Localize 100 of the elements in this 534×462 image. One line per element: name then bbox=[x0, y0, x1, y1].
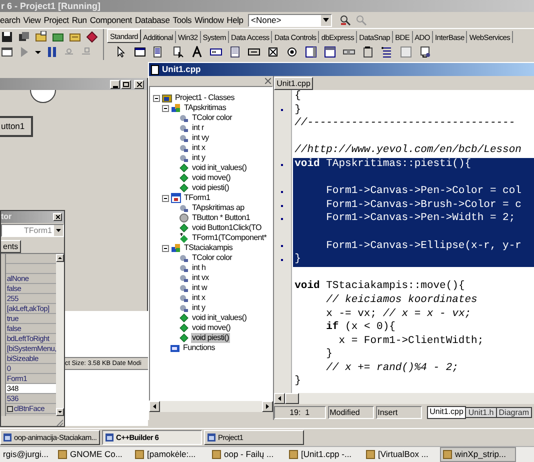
tree-item[interactable]: TForm1 bbox=[183, 193, 212, 203]
task-button[interactable]: [pamokėle:... bbox=[132, 447, 208, 462]
combo-box-icon[interactable] bbox=[324, 46, 336, 58]
list-box-icon[interactable] bbox=[305, 46, 317, 58]
dropdown-arrow-icon[interactable] bbox=[56, 229, 61, 232]
tree-item[interactable]: int vx bbox=[191, 273, 210, 283]
task-button[interactable]: rgis@jurgi... bbox=[0, 447, 54, 462]
tree-item[interactable]: void piesti() bbox=[191, 333, 230, 343]
field-icon bbox=[179, 203, 189, 213]
minimize-icon[interactable] bbox=[112, 86, 118, 88]
resize-grip-icon[interactable] bbox=[56, 419, 63, 426]
tree-item[interactable]: void init_values() bbox=[191, 163, 248, 173]
left-arrow-icon[interactable] bbox=[278, 396, 281, 401]
left-arrow-icon[interactable] bbox=[153, 404, 156, 409]
tree-item[interactable]: int w bbox=[191, 283, 208, 293]
collapse-icon[interactable] bbox=[162, 194, 169, 202]
file-tab[interactable]: Unit1.h bbox=[465, 406, 497, 418]
tree-item[interactable]: TColor color bbox=[191, 113, 233, 123]
collapse-icon[interactable] bbox=[162, 104, 169, 112]
form-button[interactable]: utton1 bbox=[0, 116, 33, 137]
field-icon bbox=[179, 273, 189, 283]
tree-item[interactable]: TColor color bbox=[191, 253, 233, 263]
push-button-icon[interactable] bbox=[248, 46, 260, 58]
dropdown-arrow-icon[interactable] bbox=[323, 18, 329, 22]
check-box-icon[interactable] bbox=[267, 46, 279, 58]
tree-item[interactable]: int y bbox=[191, 303, 206, 313]
task-button[interactable]: oop - Failų ... bbox=[209, 447, 285, 462]
tree-item[interactable]: Project1 - Classes bbox=[174, 93, 236, 103]
task-button[interactable]: GNOME Co... bbox=[55, 447, 131, 462]
maximize-button[interactable] bbox=[121, 80, 131, 88]
minimize-button[interactable] bbox=[110, 80, 120, 88]
tree-item[interactable]: int y bbox=[191, 153, 206, 163]
tree-item[interactable]: TStaciakampis bbox=[183, 243, 234, 253]
class-icon bbox=[171, 243, 181, 253]
cursor-arrow-icon[interactable] bbox=[115, 46, 127, 58]
scrollbar-thumb[interactable] bbox=[284, 393, 299, 404]
menu-item[interactable]: Project bbox=[44, 14, 69, 26]
menu-item[interactable]: Tools bbox=[172, 14, 192, 26]
group-box-icon[interactable] bbox=[362, 46, 374, 58]
tree-item[interactable]: TApskritimas bbox=[183, 103, 228, 113]
tree-item[interactable]: void Button1Click(TO bbox=[191, 223, 262, 233]
menu-item[interactable]: Component bbox=[90, 14, 132, 26]
file-tab[interactable]: Unit1.cpp bbox=[426, 406, 466, 418]
menu-item[interactable]: Run bbox=[72, 14, 87, 26]
right-arrow-icon[interactable] bbox=[266, 404, 269, 409]
tree-item[interactable]: TForm1(TComponent* bbox=[191, 233, 268, 243]
panel-icon[interactable] bbox=[400, 46, 412, 58]
radio-group-icon[interactable] bbox=[381, 46, 393, 58]
menu-item[interactable]: earch bbox=[0, 14, 20, 26]
radio-button-icon[interactable] bbox=[286, 46, 298, 58]
tree-item[interactable]: void move() bbox=[191, 173, 232, 183]
task-button[interactable]: [VirtualBox ... bbox=[363, 447, 439, 462]
inspector-tab[interactable]: ents bbox=[1, 240, 22, 253]
pause-icon[interactable] bbox=[46, 46, 58, 58]
tree-item[interactable]: int x bbox=[191, 143, 206, 153]
tree-item[interactable]: void move() bbox=[191, 323, 232, 333]
up-arrow-icon[interactable] bbox=[58, 257, 62, 259]
tree-item[interactable]: int x bbox=[191, 293, 206, 303]
tree-item[interactable]: int vy bbox=[191, 133, 210, 143]
object-combo[interactable]: TForm1 bbox=[1, 224, 64, 237]
close-icon[interactable] bbox=[136, 82, 142, 86]
down-arrow-icon[interactable] bbox=[58, 411, 62, 413]
label-icon[interactable] bbox=[191, 46, 203, 58]
horizontal-scrollbar[interactable] bbox=[149, 401, 273, 412]
code-line: void TStaciakampis::move(){ bbox=[294, 280, 466, 294]
window-icon[interactable] bbox=[1, 46, 13, 58]
task-button[interactable]: [Unit1.cpp -... bbox=[286, 447, 362, 462]
menu-item[interactable]: Help bbox=[226, 14, 244, 26]
collapse-icon[interactable] bbox=[153, 94, 160, 102]
horizontal-scrollbar[interactable] bbox=[274, 393, 534, 404]
menu-item[interactable]: Database bbox=[134, 14, 170, 26]
menu-item[interactable]: Window bbox=[194, 14, 224, 26]
memo-icon[interactable] bbox=[229, 46, 241, 58]
menu-item[interactable]: View bbox=[23, 14, 41, 26]
file-tab[interactable]: Diagram bbox=[496, 406, 532, 418]
tree-item[interactable]: void init_values() bbox=[191, 313, 248, 323]
form-icon bbox=[171, 193, 181, 203]
tree-item[interactable]: TButton * Button1 bbox=[191, 213, 252, 223]
save-icon[interactable] bbox=[1, 30, 13, 43]
tree-item[interactable]: Functions bbox=[182, 343, 216, 353]
tree-item[interactable]: TApskritimas ap bbox=[191, 203, 246, 213]
tree-item[interactable]: int h bbox=[191, 263, 207, 273]
edit-box-icon[interactable] bbox=[210, 46, 222, 58]
field-icon bbox=[179, 153, 189, 163]
app-icon bbox=[58, 450, 67, 459]
scrollbar[interactable] bbox=[56, 254, 64, 416]
frame-icon[interactable] bbox=[134, 46, 146, 58]
tree-item[interactable]: void piesti() bbox=[191, 183, 230, 193]
close-icon[interactable] bbox=[56, 215, 60, 219]
task-button[interactable]: winXp_strip... bbox=[440, 447, 516, 462]
tree-item[interactable]: int r bbox=[191, 123, 205, 133]
stack-icon[interactable] bbox=[18, 30, 30, 43]
close-button[interactable] bbox=[53, 213, 62, 221]
maximize-icon[interactable] bbox=[123, 82, 129, 86]
collapse-icon[interactable] bbox=[162, 244, 169, 252]
close-button[interactable] bbox=[134, 80, 144, 88]
editor-tab[interactable]: Unit1.cpp bbox=[274, 77, 314, 90]
code-line: //--------------------------------- bbox=[294, 117, 516, 131]
target-combo[interactable]: <None> bbox=[248, 14, 332, 26]
inspect-icon[interactable] bbox=[340, 14, 352, 26]
